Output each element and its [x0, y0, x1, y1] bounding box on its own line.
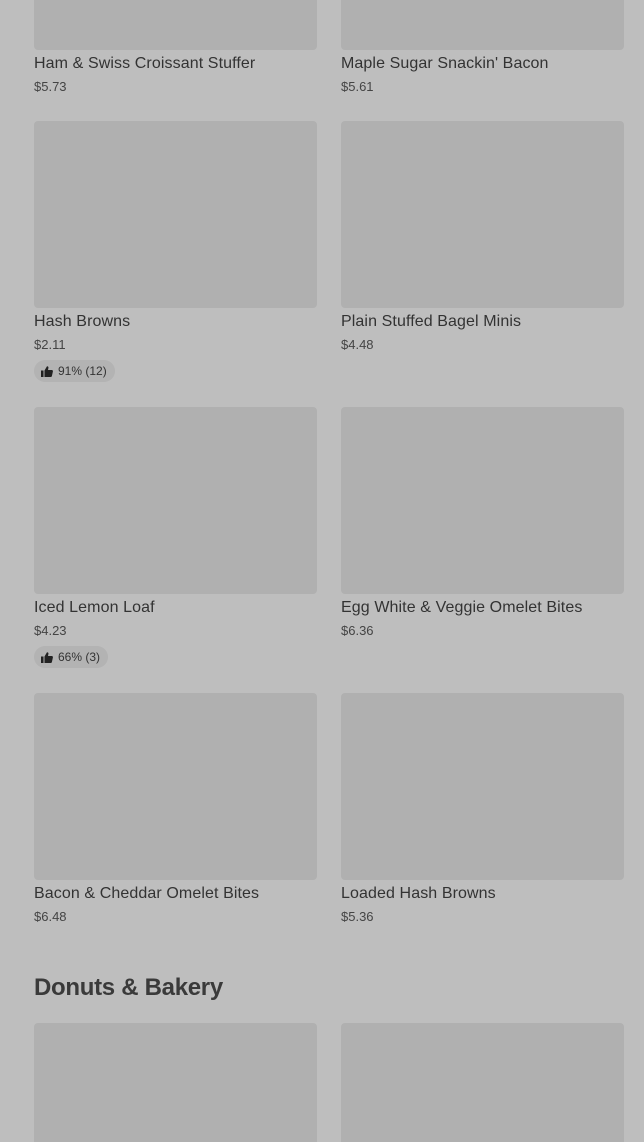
menu-item-card[interactable] — [34, 1023, 317, 1142]
item-price: $6.36 — [341, 623, 374, 638]
item-image — [34, 1023, 317, 1142]
menu-item-card[interactable]: Hash Browns $2.11 91% (12) — [34, 121, 317, 386]
item-image — [34, 121, 317, 308]
item-image — [341, 121, 624, 308]
item-name: Loaded Hash Browns — [341, 885, 496, 902]
item-price: $5.73 — [34, 79, 67, 94]
rating-text: 91% (12) — [58, 364, 107, 378]
item-name: Maple Sugar Snackin' Bacon — [341, 55, 549, 72]
item-price: $4.23 — [34, 623, 67, 638]
item-name: Iced Lemon Loaf — [34, 599, 155, 616]
menu-item-card[interactable]: Loaded Hash Browns $5.36 — [341, 693, 624, 933]
menu-item-card[interactable]: Ham & Swiss Croissant Stuffer $5.73 — [34, 0, 317, 100]
rating-badge: 91% (12) — [34, 360, 115, 382]
item-image — [34, 407, 317, 594]
item-name: Ham & Swiss Croissant Stuffer — [34, 55, 256, 72]
item-price: $6.48 — [34, 909, 67, 924]
menu-item-card[interactable]: Iced Lemon Loaf $4.23 66% (3) — [34, 407, 317, 672]
thumbs-up-icon — [41, 365, 53, 377]
item-image — [341, 0, 624, 50]
menu-item-card[interactable]: Egg White & Veggie Omelet Bites $6.36 — [341, 407, 624, 672]
menu-item-card[interactable]: Maple Sugar Snackin' Bacon $5.61 — [341, 0, 624, 100]
item-name: Plain Stuffed Bagel Minis — [341, 313, 522, 330]
section-title: Donuts & Bakery — [34, 974, 223, 1001]
item-name: Bacon & Cheddar Omelet Bites — [34, 885, 260, 902]
item-price: $5.61 — [341, 79, 374, 94]
thumbs-up-icon — [41, 651, 53, 663]
item-image — [341, 1023, 624, 1142]
item-name: Hash Browns — [34, 313, 131, 330]
item-price: $5.36 — [341, 909, 374, 924]
item-image — [34, 0, 317, 50]
rating-text: 66% (3) — [58, 650, 101, 664]
item-name: Egg White & Veggie Omelet Bites — [341, 599, 583, 616]
rating-badge: 66% (3) — [34, 646, 109, 668]
menu-item-card[interactable]: Plain Stuffed Bagel Minis $4.48 — [341, 121, 624, 386]
item-image — [34, 693, 317, 880]
item-image — [341, 693, 624, 880]
item-price: $2.11 — [34, 337, 66, 352]
item-image — [341, 407, 624, 594]
item-price: $4.48 — [341, 337, 374, 352]
menu-item-card[interactable]: Bacon & Cheddar Omelet Bites $6.48 — [34, 693, 317, 933]
menu-item-card[interactable] — [341, 1023, 624, 1142]
